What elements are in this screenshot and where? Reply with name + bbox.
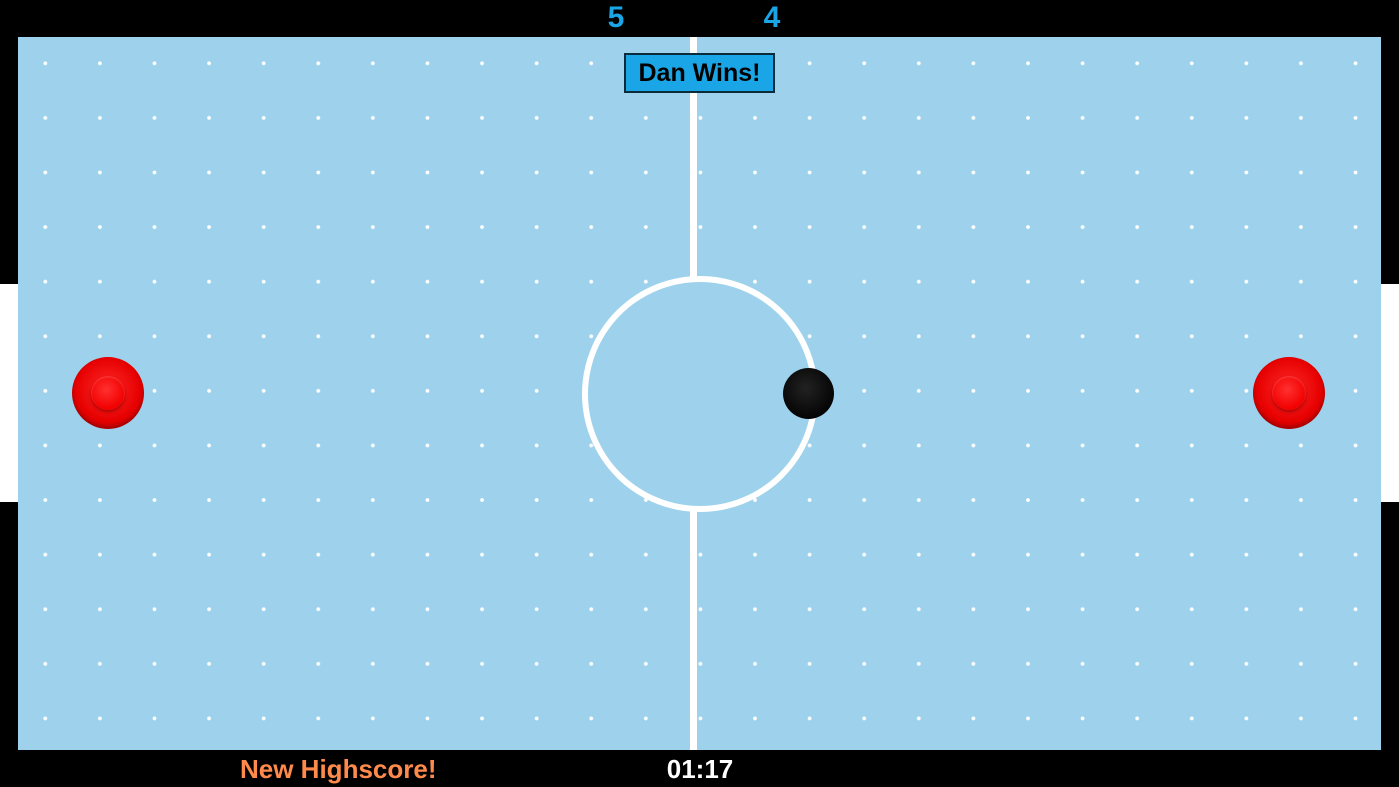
puck-icon xyxy=(783,368,834,419)
game-timer: 01:17 xyxy=(666,754,734,784)
air-hockey-table[interactable] xyxy=(18,37,1381,750)
right-mallet-icon[interactable] xyxy=(1253,357,1325,429)
game-screen: 5 4 Dan Wins! New Highscore! 01:17 xyxy=(0,0,1399,787)
left-player-score: 5 xyxy=(607,1,625,34)
left-mallet-knob xyxy=(91,376,125,410)
right-player-score: 4 xyxy=(763,1,781,34)
right-goal xyxy=(1381,284,1399,502)
left-mallet-icon[interactable] xyxy=(72,357,144,429)
right-mallet-knob xyxy=(1272,376,1306,410)
left-goal xyxy=(0,284,18,502)
new-highscore-label: New Highscore! xyxy=(240,754,437,784)
winner-banner: Dan Wins! xyxy=(624,53,775,93)
